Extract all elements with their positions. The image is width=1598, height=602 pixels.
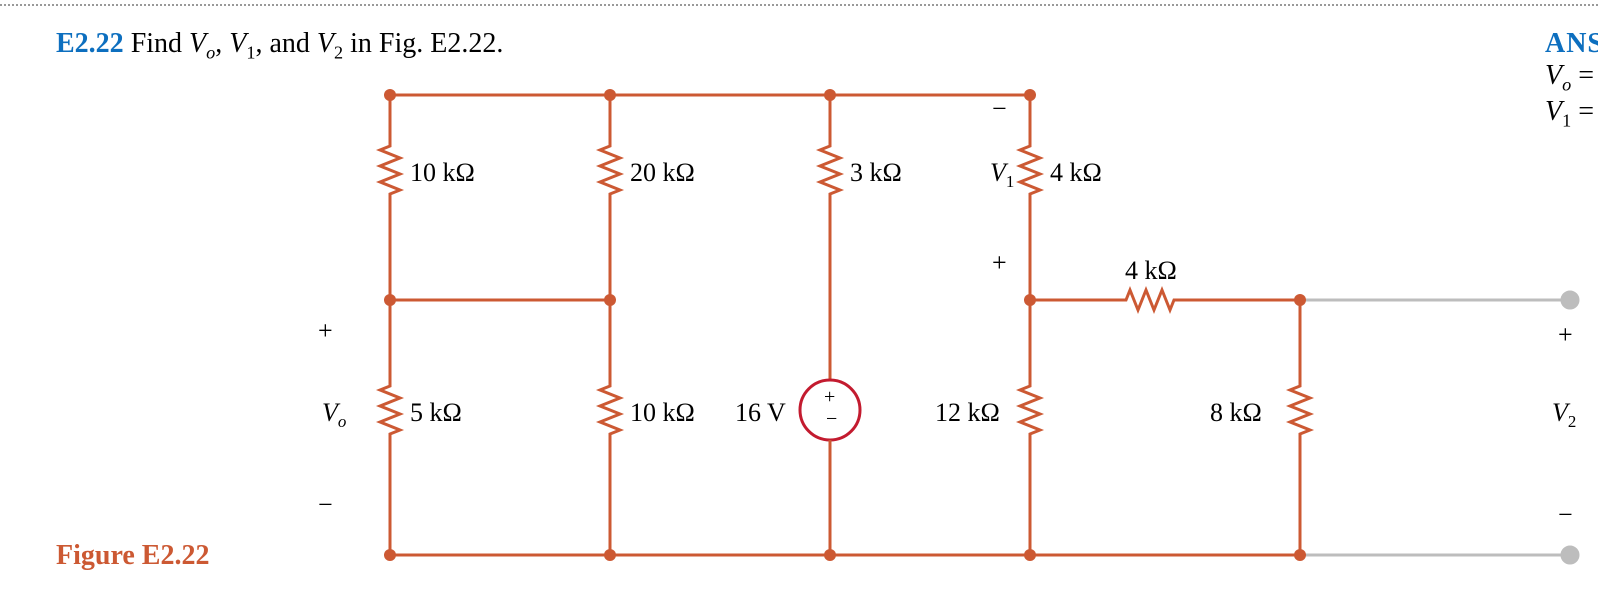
resistor-10k-bot: 10 kΩ bbox=[630, 398, 695, 428]
voltage-source-value: 16 V bbox=[735, 398, 786, 428]
v1-minus: − bbox=[992, 94, 1007, 124]
v2-label: V2 bbox=[1552, 398, 1576, 432]
resistor-10k-top: 10 kΩ bbox=[410, 158, 475, 188]
v2-minus: − bbox=[1558, 500, 1573, 530]
resistor-5k: 5 kΩ bbox=[410, 398, 462, 428]
v2-plus: + bbox=[1558, 320, 1573, 350]
circuit-diagram bbox=[0, 0, 1598, 602]
v1-label: V1 bbox=[990, 158, 1014, 192]
resistor-20k: 20 kΩ bbox=[630, 158, 695, 188]
resistor-3k: 3 kΩ bbox=[850, 158, 902, 188]
resistor-4k-top: 4 kΩ bbox=[1050, 158, 1102, 188]
resistor-8k: 8 kΩ bbox=[1210, 398, 1262, 428]
source-plus: + bbox=[824, 386, 835, 409]
v1-plus: + bbox=[992, 248, 1007, 278]
vo-label: Vo bbox=[322, 398, 346, 432]
source-minus: − bbox=[826, 408, 837, 431]
resistor-12k: 12 kΩ bbox=[935, 398, 1000, 428]
resistor-4k-horiz: 4 kΩ bbox=[1125, 256, 1177, 286]
vo-plus: + bbox=[318, 316, 333, 346]
vo-minus: − bbox=[318, 490, 333, 520]
